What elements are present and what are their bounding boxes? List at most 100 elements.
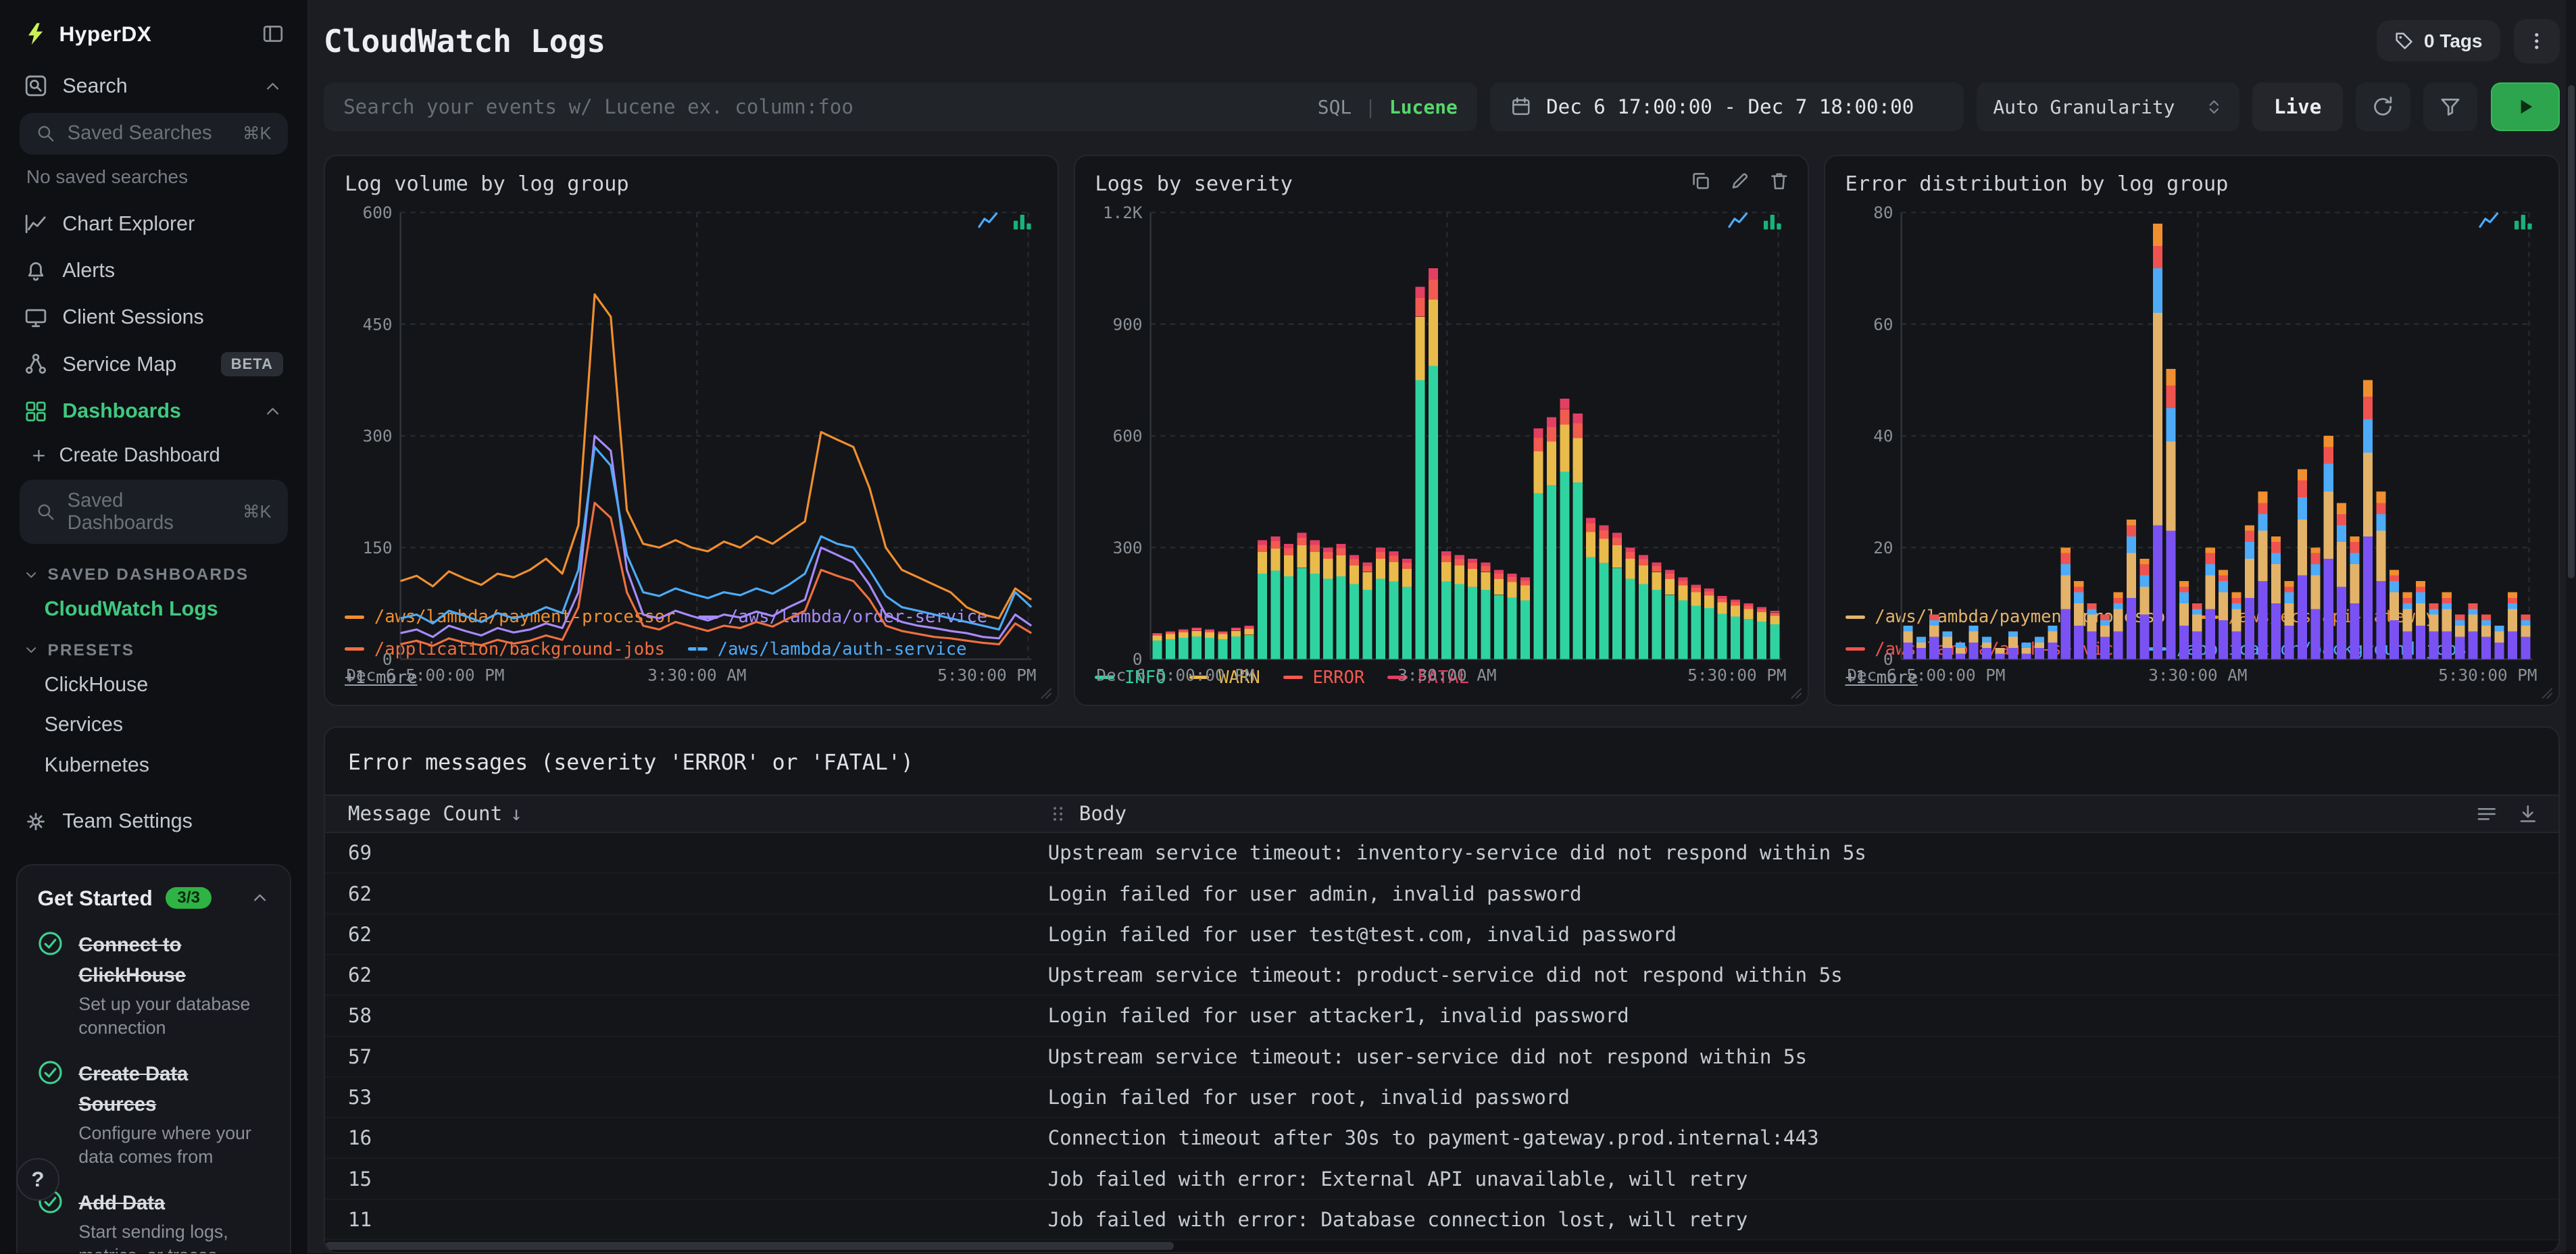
date-range-picker[interactable]: Dec 6 17:00:00 - Dec 7 18:00:00 (1490, 82, 1964, 132)
shortcut-hint: ⌘K (243, 502, 272, 522)
panel-resize-handle[interactable] (1788, 685, 1803, 700)
sidebar-collapse-icon[interactable] (262, 22, 284, 45)
sidebar-item-search[interactable]: Search (0, 63, 307, 109)
chevron-up-icon (263, 401, 282, 421)
bar-chart-toggle-icon[interactable] (1762, 210, 1783, 232)
app-window: HyperDX Search Saved Searches ⌘K No save… (0, 0, 2576, 1253)
filter-icon (2439, 95, 2462, 118)
sidebar-item-service-map[interactable]: Service Map BETA (0, 341, 307, 388)
chevron-up-icon (263, 76, 282, 96)
granularity-select[interactable]: Auto Granularity (1977, 82, 2240, 132)
error-distribution-bar-chart[interactable]: 0 20 40 60 80 Dec 6 5:00:00 PM 3:30:00 AM 5:30:… (1846, 199, 2539, 684)
table-columns-icon[interactable] (2476, 803, 2498, 825)
cell-message-count: 62 (347, 922, 372, 946)
search-input[interactable] (343, 95, 1318, 118)
tags-label: 0 Tags (2424, 30, 2483, 51)
panel-actions (1690, 170, 1790, 192)
get-started-step-connect[interactable]: Connect to ClickHouse Set up your databa… (37, 928, 270, 1039)
table-row[interactable]: 11 Job failed with error: Database connec… (324, 1200, 2558, 1240)
create-dashboard-label: Create Dashboard (59, 444, 220, 466)
sidebar-item-kubernetes[interactable]: Kubernetes (0, 745, 307, 784)
logs-severity-bar-chart[interactable]: 0 300 600 900 1.2K Dec 6 5:00:00 PM 3:30:00 AM… (1095, 199, 1788, 684)
sidebar-item-alerts[interactable]: Alerts (0, 247, 307, 294)
svg-text:600: 600 (1113, 426, 1143, 445)
line-chart-toggle-icon[interactable] (977, 210, 999, 232)
download-icon[interactable] (2517, 803, 2539, 825)
get-started-step-data[interactable]: Add Data Start sending logs, metrics, or… (37, 1186, 270, 1253)
table-row[interactable]: 16 Connection timeout after 30s to paymen… (324, 1118, 2558, 1159)
cell-message-count: 53 (347, 1085, 372, 1109)
step-title: Create Data Sources (78, 1063, 189, 1116)
sidebar-item-client-sessions[interactable]: Client Sessions (0, 294, 307, 341)
bar-chart-toggle-icon[interactable] (2512, 210, 2534, 232)
main-content: CloudWatch Logs 0 Tags SQL | Lucene (309, 0, 2576, 1253)
table-row[interactable]: 69 Upstream service timeout: inventory-se… (324, 833, 2558, 874)
bell-icon (24, 259, 47, 282)
saved-dashboards-input[interactable]: Saved Dashboards ⌘K (20, 480, 288, 545)
event-search-box[interactable]: SQL | Lucene (323, 82, 1478, 132)
sidebar-item-cloudwatch-logs[interactable]: CloudWatch Logs (0, 589, 307, 629)
section-saved-dashboards[interactable]: Saved Dashboards (0, 554, 307, 589)
cell-message-count: 69 (347, 841, 372, 865)
drag-grip-icon[interactable] (1048, 804, 1068, 824)
table-row[interactable]: 57 Upstream service timeout: user-service… (324, 1037, 2558, 1078)
log-volume-line-chart[interactable]: 0 150 300 450 600 Dec 6 5:00:00 PM 3:30:00 AM 5… (345, 199, 1038, 684)
cell-body: Upstream service timeout: product-servic… (1047, 963, 1843, 987)
create-dashboard-button[interactable]: Create Dashboard (0, 434, 307, 476)
table-row[interactable]: 62 Upstream service timeout: product-serv… (324, 955, 2558, 997)
sql-toggle[interactable]: SQL (1318, 96, 1352, 118)
step-title: Add Data (78, 1193, 166, 1215)
tags-button[interactable]: 0 Tags (2376, 20, 2501, 62)
saved-searches-input[interactable]: Saved Searches ⌘K (20, 112, 288, 155)
svg-text:3:30:00 AM: 3:30:00 AM (1398, 665, 1497, 684)
filter-button[interactable] (2423, 82, 2478, 132)
lucene-toggle[interactable]: Lucene (1389, 96, 1458, 118)
live-button[interactable]: Live (2252, 82, 2343, 132)
table-row[interactable]: 58 Login failed for user attacker1, inval… (324, 996, 2558, 1037)
table-row[interactable]: 62 Login failed for user admin, invalid p… (324, 874, 2558, 915)
section-presets[interactable]: Presets (0, 630, 307, 665)
cell-message-count: 15 (347, 1167, 372, 1190)
table-row[interactable]: 62 Login failed for user test@test.com, i… (324, 915, 2558, 955)
line-chart-toggle-icon[interactable] (2478, 210, 2500, 232)
search-icon (36, 124, 55, 143)
more-options-button[interactable] (2513, 18, 2560, 64)
line-chart-toggle-icon[interactable] (1727, 210, 1749, 232)
dashboards-grid-icon (24, 400, 47, 423)
cell-message-count: 62 (347, 882, 372, 905)
svg-text:600: 600 (363, 203, 393, 222)
lang-divider: | (1364, 95, 1377, 118)
panel-resize-handle[interactable] (1038, 685, 1053, 700)
chart-panel-logs-severity: Logs by severity 0 300 600 900 1.2K Dec 6 5:0… (1074, 154, 1810, 707)
sidebar-item-clickhouse[interactable]: ClickHouse (0, 665, 307, 705)
search-icon (36, 502, 55, 522)
sidebar-item-team-settings[interactable]: Team Settings (0, 798, 307, 845)
beta-badge: BETA (221, 352, 283, 377)
sidebar-item-services[interactable]: Services (0, 705, 307, 745)
bar-chart-toggle-icon[interactable] (1012, 210, 1033, 232)
refresh-button[interactable] (2356, 82, 2410, 132)
get-started-step-sources[interactable]: Create Data Sources Configure where your… (37, 1057, 270, 1168)
sidebar-item-dashboards[interactable]: Dashboards (0, 388, 307, 434)
copy-icon[interactable] (1690, 170, 1712, 192)
horizontal-scrollbar[interactable] (324, 1240, 2558, 1252)
chevron-down-icon (23, 642, 39, 658)
column-header-body[interactable]: Body (1048, 802, 2558, 825)
date-range-value: Dec 6 17:00:00 - Dec 7 18:00:00 (1546, 95, 1914, 118)
table-row[interactable]: 53 Login failed for user root, invalid pa… (324, 1078, 2558, 1119)
panel-resize-handle[interactable] (2539, 685, 2554, 700)
table-row[interactable]: 15 Job failed with error: External API un… (324, 1159, 2558, 1200)
get-started-title: Get Started (37, 885, 153, 910)
chart-title: Log volume by log group (345, 172, 629, 196)
column-header-message-count[interactable]: Message Count ↓ (325, 802, 1048, 825)
vertical-scrollbar[interactable] (2566, 0, 2576, 1253)
chevron-up-icon[interactable] (250, 888, 270, 907)
help-button[interactable]: ? (16, 1157, 59, 1201)
saved-dashboards-placeholder: Saved Dashboards (67, 489, 174, 534)
run-query-button[interactable] (2490, 82, 2560, 132)
delete-icon[interactable] (1768, 170, 1790, 192)
edit-icon[interactable] (1729, 170, 1751, 192)
chart-explorer-icon (24, 213, 47, 236)
sidebar-item-chart-explorer[interactable]: Chart Explorer (0, 201, 307, 247)
get-started-card: Get Started 3/3 Connect to ClickHouse Se… (16, 864, 291, 1253)
